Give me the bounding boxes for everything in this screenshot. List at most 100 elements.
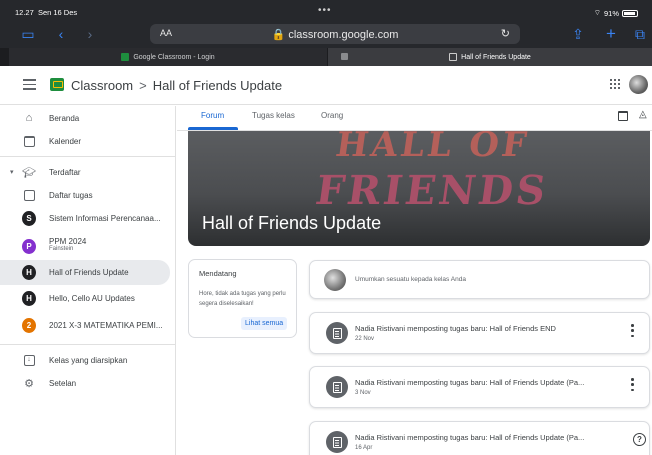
breadcrumb-separator-icon: > [139, 78, 147, 93]
tab-forum[interactable]: Forum [201, 111, 224, 120]
browser-toolbar: ▭ ‹ › AA 🔒 classroom.google.com ↻ ⇪ + ⧉ [0, 20, 652, 48]
status-time: 12.27 Sen 16 Des [15, 8, 78, 17]
url-text: 🔒 classroom.google.com [271, 29, 399, 41]
sidebar-item-label: Hello, Cello AU Updates [49, 294, 135, 303]
archive-icon: ↓ [22, 353, 36, 367]
sidebar-item-archived[interactable]: ↓ Kelas yang diarsipkan [0, 348, 170, 372]
post-title: Nadia Ristivani memposting tugas baru: H… [355, 433, 585, 442]
tab-overview-icon[interactable]: ⧉ [632, 26, 648, 42]
sidebar-item-label: PPM 2024 [49, 237, 87, 246]
todo-icon [22, 188, 36, 202]
class-avatar: H [22, 265, 36, 280]
assignment-icon [326, 431, 348, 453]
browser-tabs: Google Classroom - Login Hall of Friends… [0, 48, 652, 66]
user-avatar [324, 269, 346, 291]
stream-post[interactable]: Nadia Ristivani memposting tugas baru: H… [309, 312, 650, 354]
class-name-title: Hall of Friends Update [152, 78, 283, 93]
sidebar-item-terdaftar[interactable]: ▾ 🎓︎ Terdaftar [0, 160, 170, 184]
sidebar-item-label: Kalender [49, 136, 82, 146]
home-icon: ⌂ [25, 112, 33, 124]
sidebar-item-label: Kelas yang diarsipkan [49, 355, 128, 365]
sidebar-item-label: Beranda [49, 113, 80, 123]
page-favicon-icon [449, 53, 458, 61]
sidebar-item-label: Setelan [49, 378, 77, 388]
settings-icon: ⚙ [24, 377, 34, 390]
sidebar-item-beranda[interactable]: ⌂ Beranda [0, 106, 170, 130]
class-avatar: S [22, 211, 36, 226]
battery-icon [622, 9, 638, 17]
user-avatar[interactable] [629, 75, 648, 94]
sidebar-item-class[interactable]: 2 2021 X-3 MATEMATIKA PEMI... [0, 313, 170, 338]
more-options-icon[interactable] [631, 324, 634, 337]
status-bar: 12.27 Sen 16 Des ••• ⌔ 91% [0, 0, 652, 20]
share-icon[interactable]: ⇪ [570, 26, 586, 42]
forward-icon[interactable]: › [82, 26, 98, 42]
battery-indicator: ⌔ 91% [594, 8, 638, 18]
sidebar-item-class[interactable]: P PPM 2024 Fainstein [0, 232, 170, 260]
enrolled-icon: 🎓︎ [22, 166, 36, 179]
browser-tab-hall-of-friends[interactable]: Hall of Friends Update [328, 48, 652, 66]
announce-placeholder: Umumkan sesuatu kepada kelas Anda [355, 276, 466, 283]
address-bar[interactable]: AA 🔒 classroom.google.com ↻ [150, 24, 520, 44]
sidebar-item-class[interactable]: H Hello, Cello AU Updates [0, 286, 170, 311]
tab-orang[interactable]: Orang [321, 111, 343, 120]
back-icon[interactable]: ‹ [53, 26, 69, 42]
more-options-icon[interactable] [631, 378, 634, 391]
new-tab-icon[interactable]: + [603, 25, 619, 42]
tab-label: Google Classroom - Login [133, 53, 215, 61]
tab-label: Hall of Friends Update [461, 53, 531, 61]
sidebar-item-label: Sistem Informasi Perencanaa... [49, 214, 161, 223]
reload-icon[interactable]: ↻ [501, 27, 510, 40]
close-tab-icon[interactable] [341, 53, 348, 60]
upcoming-text: Hore, tidak ada tugas yang perlu segera … [199, 291, 286, 307]
class-avatar: P [22, 238, 36, 254]
post-title: Nadia Ristivani memposting tugas baru: H… [355, 324, 556, 333]
post-date: 3 Nov [355, 390, 371, 396]
battery-percent: 91% [603, 8, 619, 18]
class-avatar: 2 [22, 318, 36, 333]
google-apps-icon[interactable] [610, 79, 620, 89]
help-icon[interactable]: ? [633, 433, 646, 446]
sidebar-item-sublabel: Fainstein [49, 246, 74, 252]
sidebar-item-settings[interactable]: ⚙ Setelan [0, 371, 170, 395]
banner-art-text: FRIENDS [312, 167, 552, 214]
classroom-logo-icon[interactable] [50, 78, 64, 91]
browser-tab-login[interactable]: Google Classroom - Login [9, 48, 327, 66]
drive-folder-icon[interactable]: ◬ [639, 109, 647, 120]
breadcrumb: Classroom > Hall of Friends Update [71, 78, 282, 93]
status-date: Sen 16 Des [37, 8, 78, 17]
expand-arrow-icon[interactable]: ▾ [10, 168, 14, 176]
class-banner: HALL OF FRIENDS Hall of Friends Update [188, 131, 650, 246]
post-date: 16 Apr [355, 445, 373, 451]
banner-title: Hall of Friends Update [202, 213, 382, 233]
calendar-icon [22, 134, 36, 148]
sidebar-item-kalender[interactable]: Kalender [0, 129, 170, 153]
sidebar-item-daftar-tugas[interactable]: Daftar tugas [0, 183, 170, 207]
sidebar-item-label: 2021 X-3 MATEMATIKA PEMI... [49, 321, 163, 330]
sidebar: ⌂ Beranda Kalender ▾ 🎓︎ Terdaftar Daftar… [0, 106, 176, 455]
sidebar-item-class[interactable]: S Sistem Informasi Perencanaa... [0, 206, 170, 231]
multitask-dots-icon[interactable]: ••• [318, 5, 332, 16]
view-all-button[interactable]: Lihat semua [241, 317, 288, 330]
sidebar-item-label: Hall of Friends Update [49, 268, 129, 277]
sidebar-item-label: Terdaftar [49, 167, 81, 177]
stream-post[interactable]: Nadia Ristivani memposting tugas baru: H… [309, 421, 650, 455]
upcoming-card: Mendatang Hore, tidak ada tugas yang per… [188, 259, 297, 338]
upcoming-heading: Mendatang [199, 269, 237, 278]
app-name-link[interactable]: Classroom [71, 78, 133, 93]
sidebar-item-class-active[interactable]: H Hall of Friends Update [0, 260, 170, 285]
sidebar-divider [0, 156, 176, 157]
sidebar-item-label: Daftar tugas [49, 190, 93, 200]
tab-tugas-kelas[interactable]: Tugas kelas [252, 111, 295, 120]
announce-box[interactable]: Umumkan sesuatu kepada kelas Anda [309, 260, 650, 299]
calendar-icon[interactable] [618, 111, 628, 121]
stream-post[interactable]: Nadia Ristivani memposting tugas baru: H… [309, 366, 650, 408]
class-avatar: H [22, 291, 36, 306]
sidebar-toggle-icon[interactable]: ▭ [20, 26, 36, 42]
main-menu-icon[interactable] [23, 79, 36, 90]
post-title: Nadia Ristivani memposting tugas baru: H… [355, 378, 585, 387]
banner-art-text: HALL OF [333, 131, 532, 165]
post-date: 22 Nov [355, 336, 375, 342]
app-header: Classroom > Hall of Friends Update [0, 66, 652, 105]
active-tab-indicator [188, 127, 238, 130]
